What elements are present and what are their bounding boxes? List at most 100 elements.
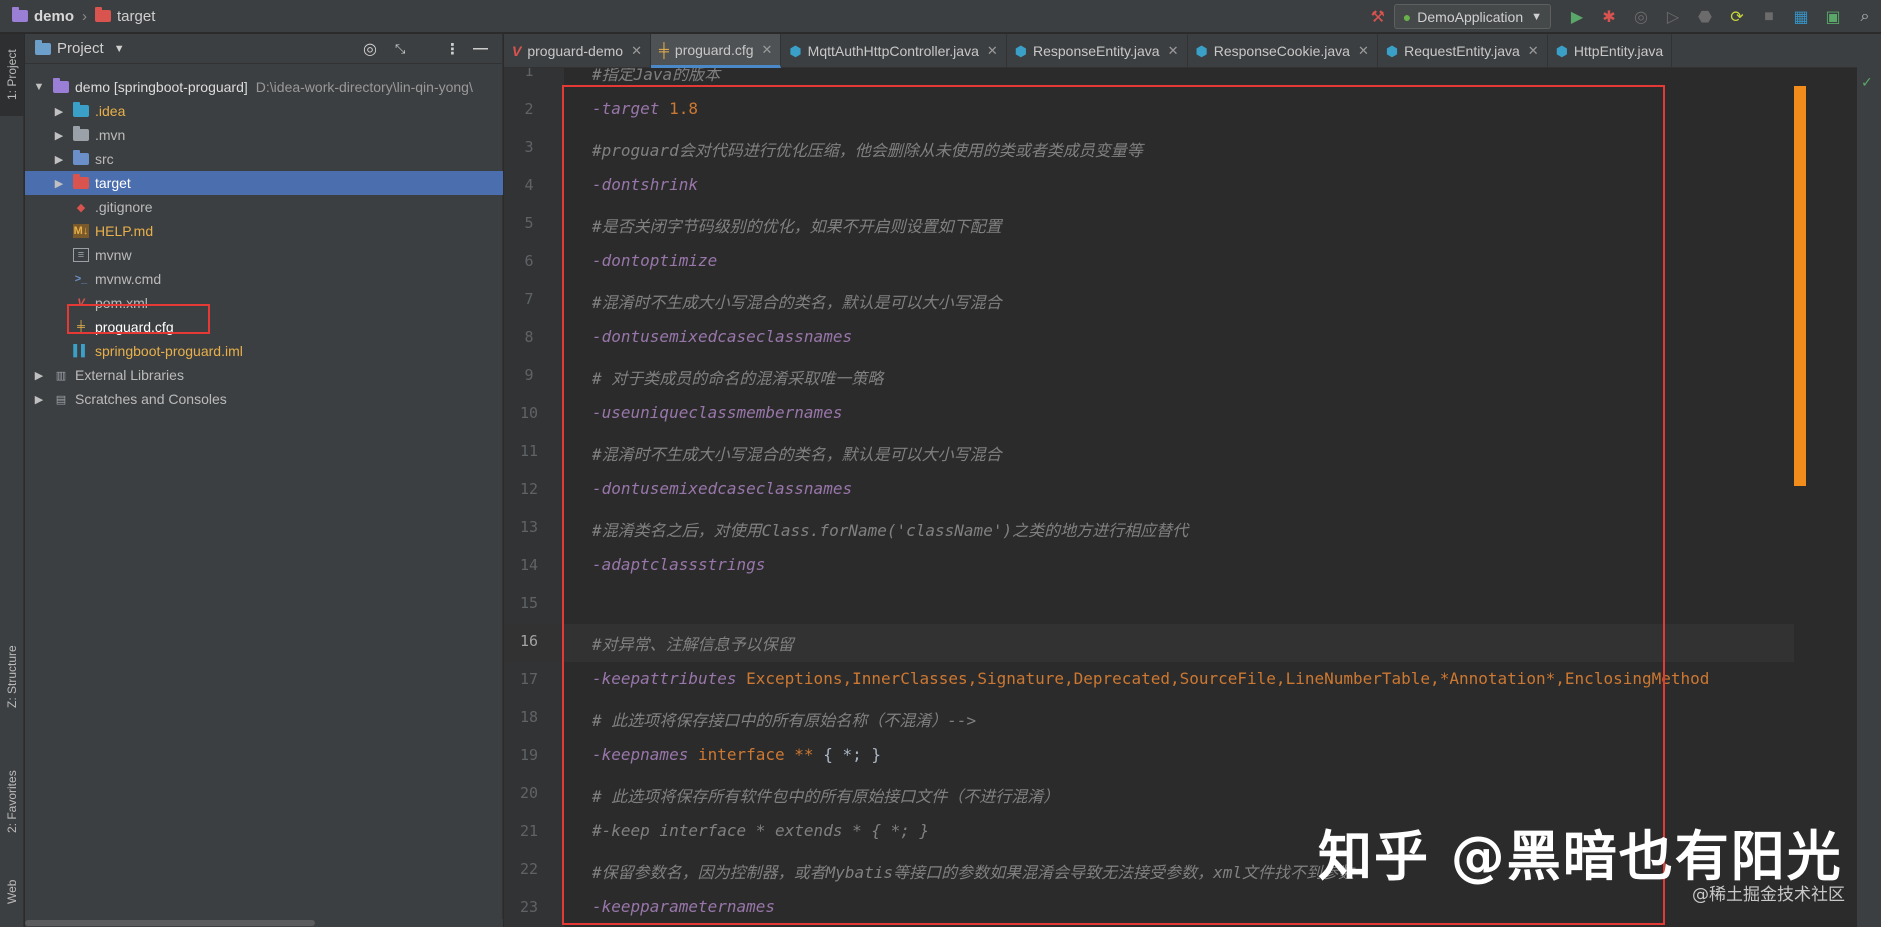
close-icon[interactable]: ✕ — [631, 43, 642, 59]
tab-favorites[interactable]: 2: Favorites — [0, 752, 24, 852]
code-token: #是否关闭字节码级别的优化，如果不开启则设置如下配置 — [592, 217, 1002, 236]
tab-http-entity[interactable]: ⬢ HttpEntity.java — [1548, 34, 1673, 68]
code-text: -adaptclassstrings — [592, 555, 765, 574]
tree-item-label: target — [95, 175, 131, 191]
close-icon[interactable]: ✕ — [1528, 43, 1539, 59]
code-token: Exceptions,InnerClasses,Signature,Deprec… — [746, 669, 1710, 688]
tree-root[interactable]: ▼ demo [springboot-proguard] D:\idea-wor… — [25, 75, 503, 99]
code-line[interactable]: 9 # 对于类成员的命名的混淆采取唯一策略 — [504, 358, 1857, 396]
code-token: { *; } — [823, 745, 881, 764]
code-line[interactable]: 2 -target 1.8 — [504, 92, 1857, 130]
tab-web[interactable]: Web — [0, 867, 24, 917]
tree-item-mvn[interactable]: ▶ .mvn — [25, 123, 503, 147]
scroll-marker-bar[interactable] — [1794, 86, 1806, 486]
update-icon[interactable]: ⟳ — [1726, 6, 1748, 28]
tree-item-external-libraries[interactable]: ▶ ▥ External Libraries — [25, 363, 503, 387]
code-line[interactable]: 4 -dontshrink — [504, 168, 1857, 206]
coverage-icon[interactable]: ◎ — [1630, 6, 1652, 28]
code-line[interactable]: 1 #指定Java的版本 — [504, 68, 1857, 92]
inspection-ok-icon[interactable]: ✓ — [1861, 74, 1873, 91]
code-line[interactable]: 10 -useuniqueclassmembernames — [504, 396, 1857, 434]
run-configuration-select[interactable]: ● DemoApplication ▼ — [1393, 4, 1551, 29]
chevron-down-icon[interactable]: ▼ — [114, 43, 125, 55]
options-icon[interactable]: ⋮ — [445, 40, 460, 58]
tree-item-scratches[interactable]: ▶ ▤ Scratches and Consoles — [25, 387, 503, 411]
tree-item-label: External Libraries — [75, 367, 184, 383]
tree-item-mvnw[interactable]: ≡ mvnw — [25, 243, 503, 267]
tree-item-gitignore[interactable]: ◆ .gitignore — [25, 195, 503, 219]
collapsed-arrow-icon[interactable]: ▶ — [53, 105, 65, 118]
code-line[interactable]: 6 -dontoptimize — [504, 244, 1857, 282]
build-hammer-icon[interactable]: ⚒ — [1367, 6, 1389, 28]
code-line[interactable]: 19 -keepnames interface ** { *; } — [504, 738, 1857, 776]
code-token: #保留参数名，因为控制器，或者Mybatis等接口的参数如果混淆会导致无法接受参… — [592, 863, 1354, 882]
close-icon[interactable]: ✕ — [1168, 43, 1179, 59]
tab-mqtt-controller[interactable]: ⬢ MqttAuthHttpController.java ✕ — [781, 34, 1007, 68]
project-structure-icon[interactable]: ▦ — [1790, 6, 1812, 28]
close-icon[interactable]: ✕ — [1358, 43, 1369, 59]
code-line[interactable]: 8 -dontusemixedcaseclassnames — [504, 320, 1857, 358]
tree-item-target[interactable]: ▶ target — [25, 171, 503, 195]
code-line[interactable]: 16 #对异常、注解信息予以保留 — [504, 624, 1857, 662]
code-line[interactable]: 17 -keepattributes Exceptions,InnerClasse… — [504, 662, 1857, 700]
tab-request-entity[interactable]: ⬢ RequestEntity.java ✕ — [1378, 34, 1548, 68]
code-line[interactable]: 15 — [504, 586, 1857, 624]
code-line[interactable]: 11 #混淆时不生成大小写混合的类名，默认是可以大小写混合 — [504, 434, 1857, 472]
code-token: -dontusemixedcaseclassnames — [592, 479, 853, 498]
tab-proguard-demo[interactable]: V proguard-demo ✕ — [504, 34, 651, 68]
code-line[interactable]: 5 #是否关闭字节码级别的优化，如果不开启则设置如下配置 — [504, 206, 1857, 244]
line-number: 18 — [519, 708, 539, 726]
tree-item-idea[interactable]: ▶ .idea — [25, 99, 503, 123]
class-icon: ⬢ — [1195, 42, 1208, 59]
line-number: 11 — [519, 442, 539, 460]
collapsed-arrow-icon[interactable]: ▶ — [53, 153, 65, 166]
locate-icon[interactable]: ◎ — [363, 39, 377, 59]
collapse-all-icon[interactable]: ⤡ — [395, 41, 405, 57]
breadcrumb-folder[interactable]: target — [117, 8, 155, 25]
search-icon[interactable]: ⌕ — [1854, 6, 1876, 28]
code-editor[interactable]: 1 #指定Java的版本 2 -target 1.8 3 #proguard会对代码进行优… — [504, 68, 1857, 927]
tab-response-cookie[interactable]: ⬢ ResponseCookie.java ✕ — [1188, 34, 1378, 68]
hide-icon[interactable]: — — [473, 40, 488, 57]
collapsed-arrow-icon[interactable]: ▶ — [33, 369, 45, 382]
tab-structure[interactable]: Z: Structure — [0, 627, 24, 727]
tab-response-entity[interactable]: ⬢ ResponseEntity.java ✕ — [1007, 34, 1188, 68]
close-icon[interactable]: ✕ — [987, 43, 998, 59]
code-line[interactable]: 20 # 此选项将保存所有软件包中的所有原始接口文件（不进行混淆） — [504, 776, 1857, 814]
debug-icon[interactable]: ✱ — [1598, 6, 1620, 28]
tree-item-proguard-cfg[interactable]: ╪ proguard.cfg — [25, 315, 503, 339]
collapsed-arrow-icon[interactable]: ▶ — [53, 177, 65, 190]
tree-item-label: .mvn — [95, 127, 126, 143]
code-line[interactable]: 14 -adaptclassstrings — [504, 548, 1857, 586]
project-view-label[interactable]: Project — [57, 40, 104, 57]
tree-item-help-md[interactable]: M↓ HELP.md — [25, 219, 503, 243]
expanded-arrow-icon[interactable]: ▼ — [33, 81, 45, 93]
line-number: 15 — [519, 594, 539, 612]
tree-item-mvnw-cmd[interactable]: >_ mvnw.cmd — [25, 267, 503, 291]
code-line[interactable]: 12 -dontusemixedcaseclassnames — [504, 472, 1857, 510]
horizontal-scrollbar[interactable] — [25, 919, 503, 927]
breadcrumb-project[interactable]: demo — [34, 8, 74, 25]
tab-project[interactable]: 1: Project — [0, 34, 24, 116]
close-icon[interactable]: ✕ — [762, 42, 773, 58]
code-line[interactable]: 23 -keepparameternames — [504, 890, 1857, 927]
run-icon[interactable]: ▶ — [1566, 6, 1588, 28]
terminal-icon[interactable]: ▣ — [1822, 6, 1844, 28]
tab-favorites-label: 2: Favorites — [5, 770, 19, 834]
tab-project-label: 1: Project — [5, 49, 19, 101]
code-line[interactable]: 3 #proguard会对代码进行优化压缩，他会删除从未使用的类或者类成员变量等 — [504, 130, 1857, 168]
scrollbar-thumb[interactable] — [25, 920, 315, 926]
collapsed-arrow-icon[interactable]: ▶ — [33, 393, 45, 406]
collapsed-arrow-icon[interactable]: ▶ — [53, 129, 65, 142]
tab-proguard-cfg[interactable]: ╪ proguard.cfg ✕ — [650, 34, 782, 68]
code-line[interactable]: 13 #混淆类名之后，对使用Class.forName('className')之… — [504, 510, 1857, 548]
tree-item-pom[interactable]: V pom.xml — [25, 291, 503, 315]
stop-icon[interactable]: ■ — [1758, 6, 1780, 28]
profile-icon[interactable]: ▷ — [1662, 6, 1684, 28]
tree-item-iml[interactable]: ▌▌ springboot-proguard.iml — [25, 339, 503, 363]
code-text: #保留参数名，因为控制器，或者Mybatis等接口的参数如果混淆会导致无法接受参… — [592, 859, 1354, 883]
tree-item-src[interactable]: ▶ src — [25, 147, 503, 171]
code-line[interactable]: 7 #混淆时不生成大小写混合的类名，默认是可以大小写混合 — [504, 282, 1857, 320]
code-line[interactable]: 18 # 此选项将保存接口中的所有原始名称（不混淆）--> — [504, 700, 1857, 738]
attach-icon[interactable]: ⬣ — [1694, 6, 1716, 28]
